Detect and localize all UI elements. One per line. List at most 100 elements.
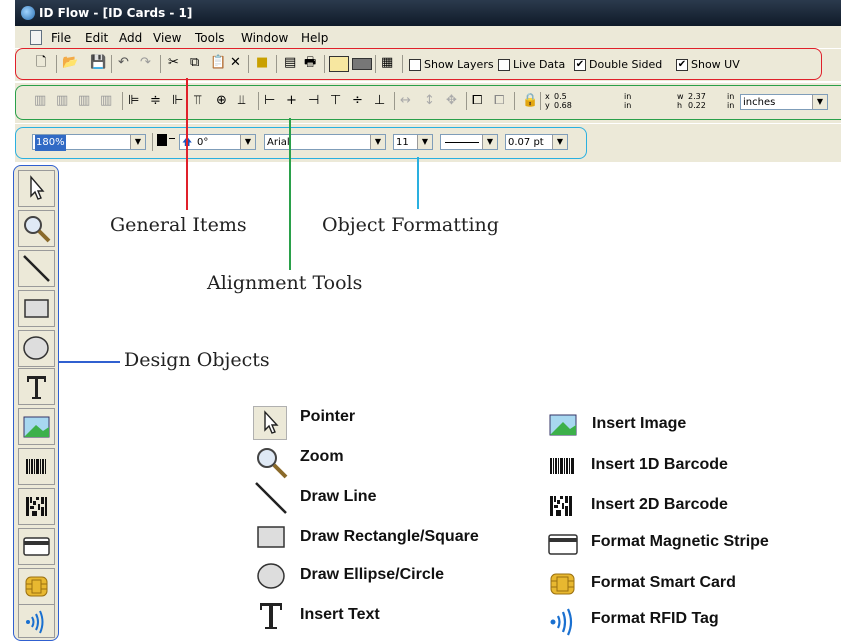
pointer-tool[interactable] [18, 170, 55, 207]
group-icon[interactable]: ⧠ [472, 93, 482, 109]
send-backward-icon[interactable]: ▥ [100, 93, 112, 109]
alignment-callout-line [289, 118, 291, 270]
save-icon[interactable]: 💾 [90, 55, 106, 71]
bring-front-icon[interactable]: ▥ [34, 93, 46, 109]
callout-design-objects: Design Objects [124, 349, 270, 371]
smart-card-chip-icon [25, 576, 48, 597]
chevron-down-icon[interactable]: ▼ [552, 135, 567, 149]
font-size-select[interactable]: 11 ▼ [393, 134, 433, 150]
space-left-icon[interactable]: ⊢ [264, 93, 275, 109]
window-title: ID Flow - [ID Cards - 1] [39, 6, 193, 20]
align-top-icon[interactable]: ⫪ [194, 93, 201, 109]
distribute-h-icon[interactable]: ↔ [400, 93, 411, 109]
legend-pointer: Pointer [300, 408, 356, 425]
send-back-icon[interactable]: ▥ [56, 93, 68, 109]
cut-icon[interactable]: ✂ [168, 55, 179, 71]
chevron-down-icon[interactable]: ▼ [812, 95, 827, 109]
chevron-down-icon[interactable]: ▼ [240, 135, 255, 149]
align-center-icon[interactable]: ≑ [150, 93, 161, 109]
chevron-down-icon[interactable]: ▼ [417, 135, 432, 149]
new-icon[interactable]: 🗋 [36, 55, 46, 71]
legend-insert-2d-barcode: Insert 2D Barcode [591, 496, 728, 513]
line-weight-select[interactable]: 0.07 pt ▼ [505, 134, 568, 150]
fill-color-icon[interactable] [157, 134, 167, 146]
chevron-down-icon[interactable]: ▼ [130, 135, 145, 149]
document-icon[interactable] [30, 30, 42, 45]
legend-format-rfid-tag: Format RFID Tag [591, 610, 719, 627]
open-folder-icon[interactable]: 📂 [62, 55, 78, 71]
properties-icon[interactable]: ▦ [381, 55, 393, 71]
show-layers-checkbox[interactable] [409, 59, 421, 71]
space-center-icon[interactable]: + [286, 93, 297, 109]
card-back-icon[interactable] [352, 58, 372, 70]
insert-1d-barcode-tool[interactable] [18, 448, 55, 485]
delete-icon[interactable]: ✕ [230, 55, 241, 71]
line-color-icon[interactable] [169, 138, 175, 139]
rotation-select[interactable]: 🡅 0° ▼ [179, 134, 256, 150]
card-front-icon[interactable] [329, 56, 349, 72]
legend-image-box [545, 406, 581, 442]
menu-help[interactable]: Help [301, 31, 328, 45]
show-uv-checkbox[interactable]: ✔ [676, 59, 688, 71]
x-value: 0.5 [554, 92, 567, 101]
format-rfid-tool[interactable] [18, 604, 55, 638]
format-smart-card-tool[interactable] [18, 568, 55, 605]
copy-icon[interactable]: ⧉ [190, 55, 199, 71]
menu-tools[interactable]: Tools [195, 31, 225, 45]
paste-icon[interactable]: 📋 [210, 55, 226, 71]
insert-image-tool[interactable] [18, 408, 55, 445]
menu-file[interactable]: File [51, 31, 71, 45]
magnetic-stripe-icon [23, 537, 50, 556]
align-bottom-icon[interactable]: ⫫ [238, 93, 245, 109]
zoom-select[interactable]: 180% ▼ [32, 134, 146, 151]
font-select[interactable]: Arial ▼ [264, 134, 386, 150]
font-value: Arial [267, 137, 290, 148]
distribute-v-icon[interactable]: ↕ [424, 93, 435, 109]
align-middle-icon[interactable]: ⊕ [216, 93, 227, 109]
app-icon [21, 6, 35, 20]
redo-icon[interactable]: ↷ [140, 55, 151, 71]
format-magnetic-stripe-tool[interactable] [18, 528, 55, 565]
lock-icon[interactable]: 🔒 [522, 93, 538, 109]
print-setup-icon[interactable]: ▤ [284, 55, 296, 71]
zoom-tool[interactable] [18, 210, 55, 247]
distribute-center-icon[interactable]: ✥ [446, 93, 457, 109]
database-icon[interactable]: ■ [256, 55, 268, 71]
align-left-icon[interactable]: ⊫ [128, 93, 139, 109]
h-value: 0.22 [688, 101, 706, 110]
draw-line-tool[interactable] [18, 250, 55, 287]
double-sided-checkbox[interactable]: ✔ [574, 59, 586, 71]
undo-icon[interactable]: ↶ [118, 55, 129, 71]
print-icon[interactable]: 🖶 [304, 55, 316, 71]
space-right-icon[interactable]: ⊣ [308, 93, 319, 109]
live-data-checkbox[interactable] [498, 59, 510, 71]
space-middle-icon[interactable]: ÷ [352, 93, 363, 109]
insert-2d-barcode-tool[interactable] [18, 488, 55, 525]
units-select[interactable]: inches ▼ [740, 94, 828, 110]
draw-ellipse-tool[interactable] [18, 330, 55, 367]
image-icon [23, 416, 50, 438]
menu-edit[interactable]: Edit [85, 31, 108, 45]
insert-text-tool[interactable] [18, 368, 55, 405]
y-unit: in [624, 101, 632, 110]
menu-add[interactable]: Add [119, 31, 142, 45]
chevron-down-icon[interactable]: ▼ [370, 135, 385, 149]
ungroup-icon[interactable]: ⧠ [494, 93, 504, 109]
text-icon [260, 603, 282, 629]
zoom-icon [24, 216, 51, 243]
draw-rectangle-tool[interactable] [18, 290, 55, 327]
line-style-select[interactable]: ▼ [440, 134, 498, 150]
bring-forward-icon[interactable]: ▥ [78, 93, 90, 109]
align-right-icon[interactable]: ⊩ [172, 93, 183, 109]
menu-window[interactable]: Window [241, 31, 288, 45]
chevron-down-icon[interactable]: ▼ [482, 135, 497, 149]
space-top-icon[interactable]: ⊤ [330, 93, 341, 109]
menu-view[interactable]: View [153, 31, 181, 45]
ellipse-icon [23, 336, 49, 360]
space-bottom-icon[interactable]: ⊥ [374, 93, 385, 109]
legend-rectangle-box [253, 519, 289, 555]
legend-1d-barcode-box [545, 448, 581, 484]
rfid-icon [26, 610, 44, 634]
formatting-callout-line [417, 157, 419, 209]
barcode-2d-icon [26, 497, 47, 516]
